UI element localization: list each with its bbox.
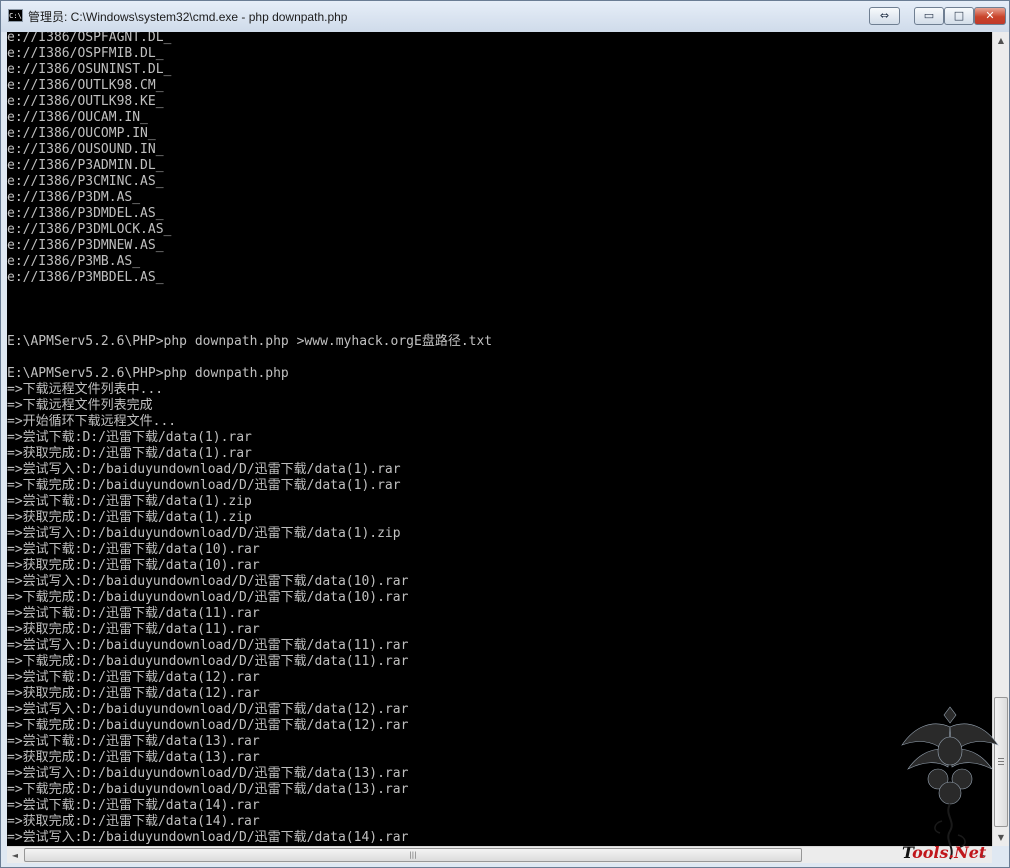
console-line: =>尝试下载:D:/迅雷下载/data(14).rar (7, 798, 260, 813)
console-line: e://I386/P3MBDEL.AS_ (7, 270, 164, 285)
console-line: =>下载完成:D:/baiduyundownload/D/迅雷下载/data(1… (7, 478, 401, 493)
console-line: =>尝试写入:D:/baiduyundownload/D/迅雷下载/data(1… (7, 766, 409, 781)
console-line: e://I386/OSUNINST.DL_ (7, 62, 172, 77)
console-line: =>尝试下载:D:/迅雷下载/data(12).rar (7, 670, 260, 685)
console-line: =>尝试下载:D:/迅雷下载/data(10).rar (7, 542, 260, 557)
minimize-button[interactable]: ▭ (914, 7, 944, 25)
console-line: =>尝试写入:D:/baiduyundownload/D/迅雷下载/data(1… (7, 574, 409, 589)
console-line: e://I386/OUCAM.IN_ (7, 110, 148, 125)
console-line: e://I386/P3DMLOCK.AS_ (7, 222, 172, 237)
console-line: e://I386/P3CMINC.AS_ (7, 174, 164, 189)
watermark-suffix: .Net (948, 843, 987, 862)
console-line: e://I386/OUTLK98.CM_ (7, 78, 164, 93)
console-line: e://I386/P3DMDEL.AS_ (7, 206, 164, 221)
tools-net-watermark-logo-icon (901, 706, 999, 860)
watermark-middle: ools (912, 843, 949, 862)
console-line: =>下载远程文件列表中... (7, 382, 164, 397)
console-line: =>获取完成:D:/迅雷下载/data(11).rar (7, 622, 260, 637)
console-line: =>下载完成:D:/baiduyundownload/D/迅雷下载/data(1… (7, 718, 409, 733)
watermark-text: Tools.Net (902, 843, 986, 862)
horizontal-scrollbar[interactable]: ◄ ||| ► (7, 846, 992, 863)
console-line: =>获取完成:D:/迅雷下载/data(12).rar (7, 686, 260, 701)
console-line: =>尝试写入:D:/baiduyundownload/D/迅雷下载/data(1… (7, 702, 409, 717)
title-bar[interactable]: C:\ 管理员: C:\Windows\system32\cmd.exe - p… (1, 1, 1009, 32)
console-line: e://I386/P3MB.AS_ (7, 254, 141, 269)
console-line: =>获取完成:D:/迅雷下载/data(10).rar (7, 558, 260, 573)
console-line: =>下载完成:D:/baiduyundownload/D/迅雷下载/data(1… (7, 590, 409, 605)
console-line: =>尝试下载:D:/迅雷下载/data(13).rar (7, 734, 260, 749)
console-line: =>尝试下载:D:/迅雷下载/data(11).rar (7, 606, 260, 621)
cmd-app-icon[interactable]: C:\ (8, 9, 23, 22)
console-line: =>获取完成:D:/迅雷下载/data(14).rar (7, 814, 260, 829)
console-line: E:\APMServ5.2.6\PHP>php downpath.php >ww… (7, 334, 493, 349)
console-line: =>开始循环下载远程文件... (7, 414, 177, 429)
scroll-left-arrow-icon[interactable]: ◄ (7, 847, 23, 864)
console-line: =>尝试写入:D:/baiduyundownload/D/迅雷下载/data(1… (7, 462, 401, 477)
scroll-up-arrow-icon[interactable]: ▲ (993, 32, 1009, 49)
horizontal-scroll-thumb[interactable]: ||| (24, 848, 802, 862)
console-line: =>尝试写入:D:/baiduyundownload/D/迅雷下载/data(1… (7, 638, 409, 653)
close-button[interactable]: ✕ (974, 7, 1006, 25)
console-line: =>获取完成:D:/迅雷下载/data(1).rar (7, 446, 252, 461)
console-line: e://I386/P3ADMIN.DL_ (7, 158, 164, 173)
console-line: e://I386/P3DMNEW.AS_ (7, 238, 164, 253)
console-line: e://I386/OUTLK98.KE_ (7, 94, 164, 109)
window-title: 管理员: C:\Windows\system32\cmd.exe - php d… (28, 10, 348, 24)
console-output[interactable]: e://I386/OSPFAGNT.DL_ e://I386/OSPFMIB.DL… (7, 32, 992, 846)
console-line: e://I386/OSPFMIB.DL_ (7, 46, 164, 61)
console-line: =>尝试下载:D:/迅雷下载/data(1).zip (7, 494, 252, 509)
console-line: =>尝试下载:D:/迅雷下载/data(1).rar (7, 430, 252, 445)
console-line: e://I386/OUCOMP.IN_ (7, 126, 156, 141)
console-line: e://I386/OSPFAGNT.DL_ (7, 32, 172, 45)
console-line: =>尝试写入:D:/baiduyundownload/D/迅雷下载/data(1… (7, 830, 409, 845)
console-line: =>获取完成:D:/迅雷下载/data(1).zip (7, 510, 252, 525)
console-line: e://I386/P3DM.AS_ (7, 190, 141, 205)
console-line: =>尝试写入:D:/baiduyundownload/D/迅雷下载/data(1… (7, 526, 401, 541)
console-line: E:\APMServ5.2.6\PHP>php downpath.php (7, 366, 289, 381)
swap-view-button[interactable]: ⇔ (869, 7, 900, 25)
cmd-window: C:\ 管理员: C:\Windows\system32\cmd.exe - p… (0, 0, 1010, 868)
console-line: =>下载完成:D:/baiduyundownload/D/迅雷下载/data(1… (7, 654, 409, 669)
console-line: =>下载完成:D:/baiduyundownload/D/迅雷下载/data(1… (7, 782, 409, 797)
console-line: e://I386/OUSOUND.IN_ (7, 142, 164, 157)
console-line: =>获取完成:D:/迅雷下载/data(13).rar (7, 750, 260, 765)
maximize-button[interactable]: □ (944, 7, 974, 25)
watermark-prefix: T (902, 843, 913, 862)
console-line: =>下载远程文件列表完成 (7, 398, 153, 413)
